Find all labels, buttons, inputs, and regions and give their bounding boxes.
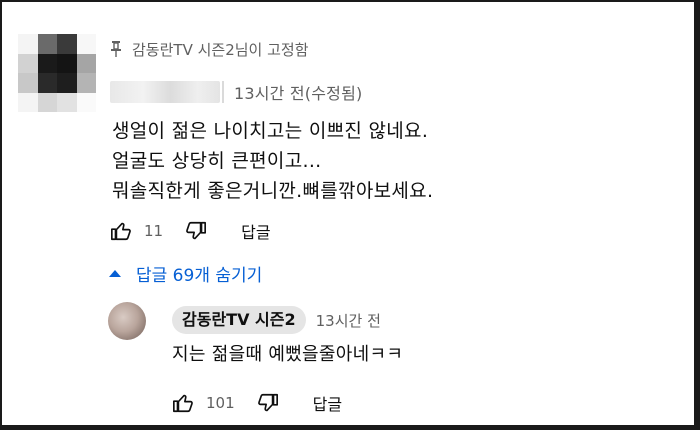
thumbs-up-icon[interactable]: [172, 392, 194, 414]
thumbs-up-icon[interactable]: [110, 220, 132, 242]
like-count: 11: [144, 222, 164, 240]
pin-icon: [111, 41, 121, 57]
reply-button[interactable]: 답글: [313, 391, 342, 415]
comment-body: 생얼이 젊은 나이치고는 이쁘진 않네요. 얼굴도 상당히 큰편이고... 뭐솔…: [112, 116, 433, 206]
hide-replies-toggle[interactable]: 답글 69개 숨기기: [108, 260, 262, 286]
comment-line: 생얼이 젊은 나이치고는 이쁘진 않네요.: [112, 120, 429, 142]
pinned-indicator: 감동란TV 시즌2님이 고정함: [110, 38, 309, 60]
thumbs-down-icon[interactable]: [185, 220, 207, 242]
caret-up-icon: [109, 270, 121, 277]
pinned-label: 감동란TV 시즌2님이 고정함: [132, 40, 309, 59]
hide-replies-label: 답글 69개 숨기기: [136, 265, 263, 286]
comment-line: 얼굴도 상당히 큰편이고...: [112, 150, 322, 172]
thumbs-down-icon[interactable]: [257, 392, 279, 414]
reply-author-row: 감동란TV 시즌2 13시간 전: [172, 305, 381, 335]
comment-line: 뭐솔직한게 좋은거니깐.뼈를깎아보세요.: [112, 180, 434, 202]
channel-owner-badge[interactable]: 감동란TV 시즌2: [172, 306, 306, 334]
reply-body: 지는 젊을때 예뻤을줄아네ㅋㅋ: [172, 344, 404, 365]
reply-action-bar: 101 답글: [172, 390, 342, 416]
frame-edge-right: [694, 0, 700, 430]
reply-button[interactable]: 답글: [241, 219, 270, 243]
blurred-author-name-edge: [222, 81, 224, 103]
commenter-avatar-pixelated[interactable]: [18, 34, 96, 112]
reply-like-count: 101: [206, 394, 235, 412]
reply-author-avatar[interactable]: [108, 302, 146, 340]
reply-timestamp[interactable]: 13시간 전: [316, 310, 381, 331]
comment-author-row: 13시간 전(수정됨): [110, 80, 362, 104]
comment-timestamp[interactable]: 13시간 전(수정됨): [234, 80, 362, 104]
comment-action-bar: 11 답글: [110, 218, 271, 244]
frame-edge-bottom: [0, 425, 700, 430]
blurred-author-name[interactable]: [110, 81, 220, 103]
